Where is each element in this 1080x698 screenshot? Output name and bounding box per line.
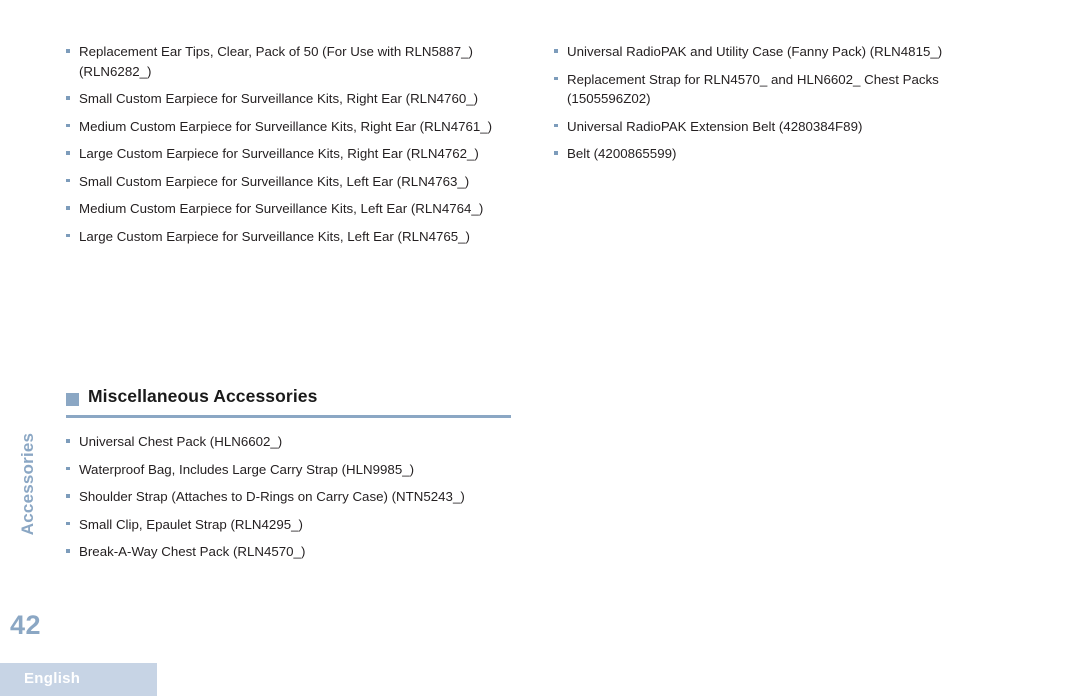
list-item: Medium Custom Earpiece for Surveillance … [64,117,512,137]
bullet-square-icon [66,439,70,443]
list-item-text: Medium Custom Earpiece for Surveillance … [79,201,484,216]
list-item: Large Custom Earpiece for Surveillance K… [64,227,512,247]
bullet-square-icon [66,123,70,127]
list-item: Belt (4200865599) [552,144,1000,164]
bullet-square-icon [66,151,70,155]
list-item-text: Medium Custom Earpiece for Surveillance … [79,118,493,134]
list-item: Break-A-Way Chest Pack (RLN4570_) [64,542,512,562]
list-item-text: Small Custom Earpiece for Surveillance K… [79,91,479,106]
list-item-text: Small Custom Earpiece for Surveillance K… [79,173,470,189]
list-item: Waterproof Bag, Includes Large Carry Str… [64,460,512,480]
bullet-square-icon [554,49,558,53]
section-marker-square-icon [66,393,79,406]
list-item-text: Large Custom Earpiece for Surveillance K… [79,146,479,161]
bullet-square-icon [66,466,70,470]
right-column-list: Universal RadioPAK and Utility Case (Fan… [552,42,1000,164]
chapter-side-tab-label: Accessories [18,432,37,536]
list-item-text: Belt (4200865599) [567,146,677,161]
left-column: Replacement Ear Tips, Clear, Pack of 50 … [64,42,512,254]
list-item: Shoulder Strap (Attaches to D-Rings on C… [64,487,512,507]
list-item: Replacement Strap for RLN4570_ and HLN66… [552,70,1000,109]
list-item: Small Clip, Epaulet Strap (RLN4295_) [64,515,512,535]
bullet-square-icon [66,178,70,182]
list-item: Small Custom Earpiece for Surveillance K… [64,172,512,192]
list-item-text: Replacement Strap for RLN4570_ and HLN66… [567,71,939,107]
list-item: Universal RadioPAK and Utility Case (Fan… [552,42,1000,62]
bullet-square-icon [554,123,558,127]
document-page: Accessories Replacement Ear Tips, Clear,… [0,0,1080,698]
list-item-text: Universal Chest Pack (HLN6602_) [79,434,283,449]
list-item-text: Break-A-Way Chest Pack (RLN4570_) [79,544,306,559]
section-divider-rule [66,415,511,418]
right-column: Universal RadioPAK and Utility Case (Fan… [552,42,1000,172]
section-body: Universal Chest Pack (HLN6602_) Waterproo… [64,432,512,570]
list-item-text: Universal RadioPAK and Utility Case (Fan… [567,44,943,59]
list-item-text: Shoulder Strap (Attaches to D-Rings on C… [79,489,465,504]
list-item: Replacement Ear Tips, Clear, Pack of 50 … [64,42,512,81]
list-item-text: Large Custom Earpiece for Surveillance K… [79,228,470,244]
list-item-text: Replacement Ear Tips, Clear, Pack of 50 … [79,44,473,79]
bullet-square-icon [66,49,70,53]
bullet-square-icon [66,549,70,553]
bullet-square-icon [66,494,70,498]
miscellaneous-accessories-section: Miscellaneous Accessories Universal Ches… [64,386,512,559]
list-item: Small Custom Earpiece for Surveillance K… [64,89,512,109]
left-column-list: Replacement Ear Tips, Clear, Pack of 50 … [64,42,512,246]
list-item-text: Waterproof Bag, Includes Large Carry Str… [79,461,415,477]
bullet-square-icon [66,96,70,100]
bullet-square-icon [66,521,70,525]
section-header: Miscellaneous Accessories [64,386,512,412]
page-number: 42 [10,610,42,640]
section-title: Miscellaneous Accessories [88,386,318,406]
list-item: Medium Custom Earpiece for Surveillance … [64,199,512,219]
list-item-text: Small Clip, Epaulet Strap (RLN4295_) [79,516,303,532]
list-item: Universal Chest Pack (HLN6602_) [64,432,512,452]
language-label: English [24,670,81,687]
language-bar: English [0,663,157,696]
list-item-text: Universal RadioPAK Extension Belt (42803… [567,118,863,134]
bullet-square-icon [554,151,558,155]
bullet-square-icon [66,206,70,210]
section-list: Universal Chest Pack (HLN6602_) Waterproo… [64,432,512,562]
chapter-side-tab: Accessories [0,420,56,580]
list-item: Large Custom Earpiece for Surveillance K… [64,144,512,164]
bullet-square-icon [554,76,558,80]
list-item: Universal RadioPAK Extension Belt (42803… [552,117,1000,137]
bullet-square-icon [66,233,70,237]
